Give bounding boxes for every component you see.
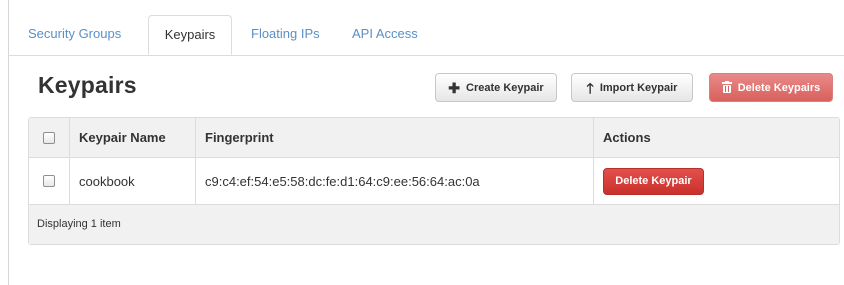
item-count: Displaying 1 item (37, 218, 121, 230)
actions-cell: Delete Keypair (593, 158, 839, 204)
delete-keypairs-button[interactable]: Delete Keypairs (709, 73, 833, 102)
select-all-checkbox[interactable] (43, 131, 55, 144)
column-header-fingerprint[interactable]: Fingerprint (195, 118, 593, 157)
fingerprint-cell: c9:c4:ef:54:e5:58:dc:fe:d1:64:c9:ee:56:6… (195, 158, 593, 204)
create-keypair-label: Create Keypair (466, 81, 544, 94)
tab-keypairs[interactable]: Keypairs (148, 15, 232, 55)
delete-keypairs-label: Delete Keypairs (737, 81, 821, 94)
page-title: Keypairs (38, 72, 137, 98)
delete-keypair-button[interactable]: Delete Keypair (603, 167, 704, 195)
import-keypair-label: Import Keypair (599, 81, 678, 94)
trash-icon (721, 80, 732, 95)
column-header-keypair-name[interactable]: Keypair Name (69, 118, 195, 157)
tab-api-access[interactable]: API Access (352, 15, 418, 55)
row-select-cell (29, 158, 69, 204)
create-keypair-button[interactable]: ✚ Create Keypair (435, 73, 557, 102)
table-footer: Displaying 1 item (29, 205, 839, 244)
row-checkbox[interactable] (43, 175, 55, 187)
import-keypair-button[interactable]: 🡑 Import Keypair (571, 73, 693, 102)
table-row: cookbook c9:c4:ef:54:e5:58:dc:fe:d1:64:c… (29, 158, 839, 205)
arrow-up-icon: 🡑 (586, 79, 594, 96)
column-header-actions: Actions (593, 118, 839, 157)
tab-bar: Security Groups Keypairs Floating IPs AP… (8, 15, 844, 56)
table-header: Keypair Name Fingerprint Actions (29, 118, 839, 158)
select-all-cell (29, 118, 69, 157)
tab-floating-ips[interactable]: Floating IPs (251, 15, 320, 55)
tab-security-groups[interactable]: Security Groups (28, 15, 121, 55)
keypairs-table: Keypair Name Fingerprint Actions cookboo… (28, 117, 840, 245)
plus-icon: ✚ (448, 79, 461, 96)
keypair-name-cell: cookbook (69, 158, 195, 204)
